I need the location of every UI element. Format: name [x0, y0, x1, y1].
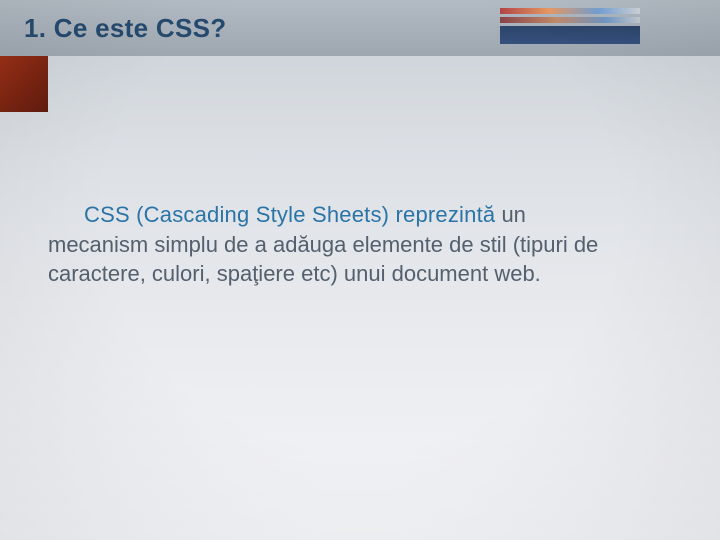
title-decoration — [500, 6, 640, 48]
slide-body: CSS (Cascading Style Sheets) reprezintă … — [48, 200, 620, 289]
slide-title-bar: 1. Ce este CSS? — [0, 0, 720, 56]
body-paragraph: CSS (Cascading Style Sheets) reprezintă … — [48, 200, 620, 289]
accent-block — [0, 56, 48, 112]
decor-stripe — [500, 17, 640, 23]
paragraph-lead: CSS (Cascading Style Sheets) reprezintă — [84, 202, 495, 227]
slide-title: 1. Ce este CSS? — [24, 13, 226, 44]
decor-stripe — [500, 26, 640, 44]
decor-stripe — [500, 8, 640, 14]
